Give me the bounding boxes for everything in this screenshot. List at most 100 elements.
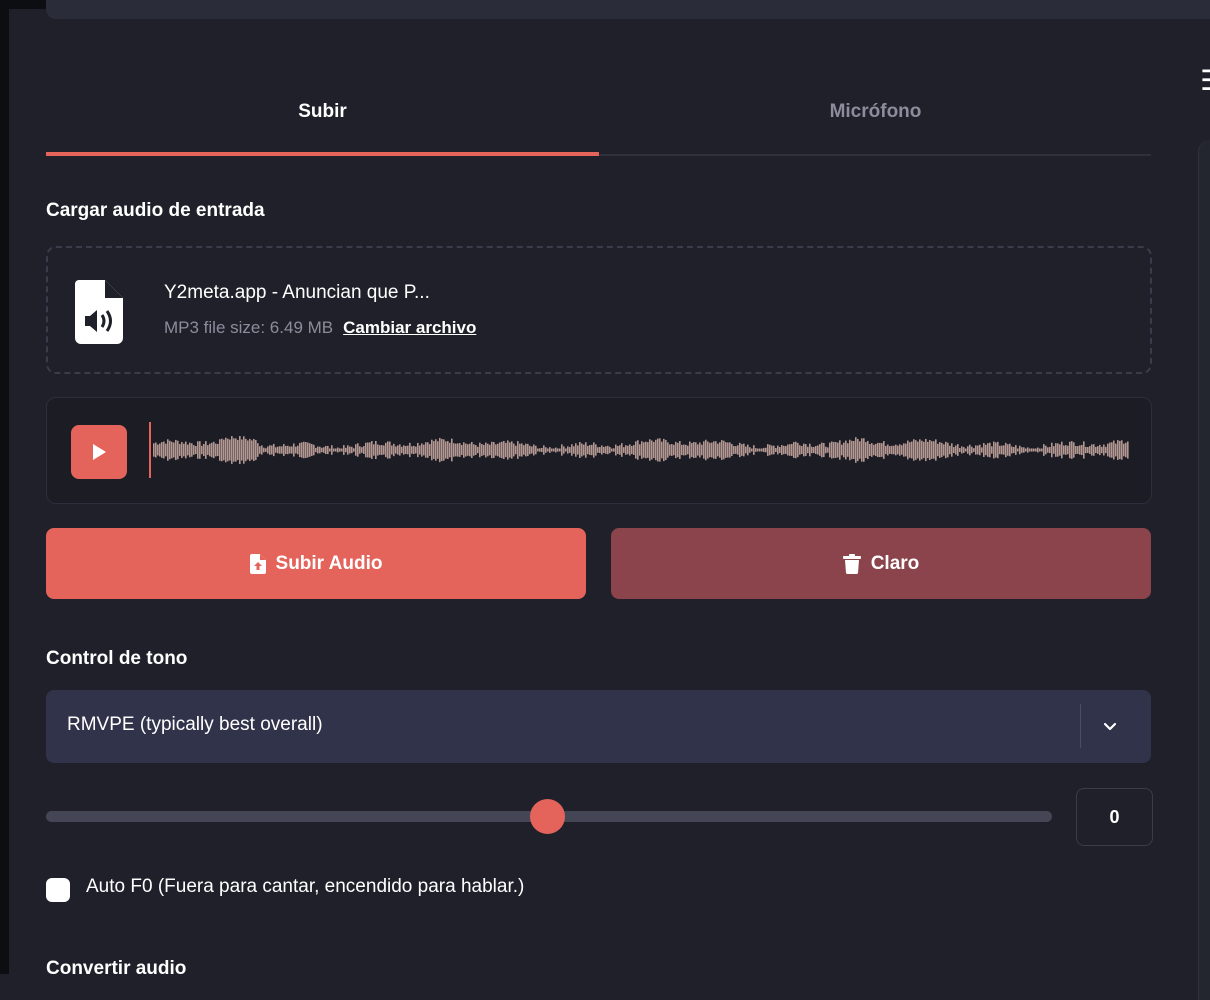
waveform-bar — [735, 446, 737, 454]
file-upload-box[interactable]: Y2meta.app - Anuncian que P... MP3 file … — [46, 246, 1152, 374]
waveform-bar — [453, 443, 455, 457]
waveform-bar — [941, 442, 943, 458]
waveform-bar — [697, 444, 699, 456]
waveform-bar — [885, 445, 887, 455]
waveform-bar — [435, 439, 437, 461]
waveform-bar — [1069, 441, 1071, 459]
waveform-bar — [793, 442, 795, 458]
waveform-bar — [667, 442, 669, 458]
waveform-bar — [641, 441, 643, 459]
waveform-bar — [925, 438, 927, 462]
waveform-bar — [1095, 446, 1097, 454]
waveform-bar — [629, 444, 631, 456]
waveform-bar — [225, 437, 227, 463]
waveform-bar — [217, 443, 219, 457]
waveform-bar — [791, 443, 793, 457]
waveform-bar — [681, 444, 683, 456]
file-upload-icon — [249, 553, 266, 574]
waveform-bar — [863, 438, 865, 462]
waveform-bar — [1041, 448, 1043, 452]
waveform-bar — [987, 443, 989, 457]
waveform-bar — [655, 439, 657, 461]
waveform-bar — [731, 443, 733, 457]
waveform-bar — [687, 445, 689, 455]
waveform-bar — [845, 440, 847, 460]
waveform-bar — [1087, 447, 1089, 453]
waveform-bar — [513, 443, 515, 457]
waveform-bar — [707, 441, 709, 459]
waveform-bar — [1067, 445, 1069, 455]
waveform-bar — [723, 440, 725, 460]
waveform-bar — [1049, 446, 1051, 454]
waveform-bar — [263, 447, 265, 453]
tab-upload[interactable]: Subir — [46, 70, 599, 156]
waveform-bar — [199, 441, 201, 459]
waveform-bar — [571, 444, 573, 456]
waveform-bar — [711, 442, 713, 458]
waveform-bar — [507, 440, 509, 460]
waveform-bar — [347, 445, 349, 455]
waveform-bar — [555, 447, 557, 453]
waveform-bar — [329, 448, 331, 452]
source-tabs: Subir Micrófono — [46, 70, 1151, 156]
waveform-bar — [1013, 446, 1015, 454]
waveform-bar — [285, 445, 287, 455]
waveform-bar — [989, 442, 991, 458]
waveform-bar — [935, 439, 937, 461]
waveform-bar — [1097, 446, 1099, 454]
waveform-bar — [1011, 446, 1013, 454]
waveform-bar — [355, 444, 357, 456]
waveform-bar — [509, 442, 511, 458]
waveform-bar — [823, 443, 825, 457]
waveform-bar — [221, 438, 223, 462]
waveform-bar — [407, 445, 409, 455]
waveform-bar — [413, 445, 415, 455]
waveform-bar — [301, 442, 303, 458]
tab-microphone[interactable]: Micrófono — [599, 70, 1152, 154]
waveform-bar — [359, 446, 361, 454]
waveform-bar — [903, 443, 905, 457]
waveform-bar — [389, 441, 391, 459]
pitch-value-input[interactable]: 0 — [1076, 788, 1153, 846]
menu-icon[interactable]: ☰ — [1200, 64, 1210, 97]
waveform-bar — [971, 446, 973, 454]
waveform-bar — [559, 448, 561, 452]
waveform-bar — [867, 440, 869, 460]
change-file-link[interactable]: Cambiar archivo — [343, 318, 476, 337]
waveform-bar — [837, 442, 839, 458]
waveform-bar — [281, 446, 283, 454]
waveform-bar — [815, 445, 817, 455]
waveform-bar — [811, 446, 813, 454]
waveform-bar — [291, 446, 293, 454]
waveform-bar — [909, 442, 911, 458]
waveform-bar — [745, 446, 747, 454]
waveform-bar — [691, 443, 693, 457]
waveform-bar — [689, 441, 691, 459]
waveform[interactable] — [149, 418, 1129, 482]
pitch-algorithm-select[interactable]: RMVPE (typically best overall) — [46, 690, 1151, 763]
auto-f0-checkbox[interactable] — [46, 878, 70, 902]
select-divider — [1080, 704, 1081, 748]
waveform-bar — [227, 438, 229, 462]
waveform-bar — [1003, 445, 1005, 455]
waveform-bar — [529, 445, 531, 455]
waveform-bar — [819, 444, 821, 456]
upload-audio-button[interactable]: Subir Audio — [46, 528, 586, 599]
waveform-bar — [537, 448, 539, 452]
waveform-bar — [583, 444, 585, 456]
waveform-bar — [421, 443, 423, 457]
clear-button[interactable]: Claro — [611, 528, 1151, 599]
waveform-bar — [177, 440, 179, 460]
play-button[interactable] — [71, 425, 127, 479]
waveform-bar — [597, 447, 599, 453]
pitch-slider-thumb[interactable] — [530, 799, 565, 834]
waveform-bar — [185, 441, 187, 459]
waveform-bar — [299, 442, 301, 458]
chevron-down-icon[interactable] — [1098, 714, 1122, 738]
waveform-bar — [715, 441, 717, 459]
waveform-bar — [915, 440, 917, 460]
waveform-bar — [703, 441, 705, 459]
waveform-bar — [215, 443, 217, 457]
waveform-bar — [587, 445, 589, 455]
waveform-bar — [1071, 441, 1073, 459]
